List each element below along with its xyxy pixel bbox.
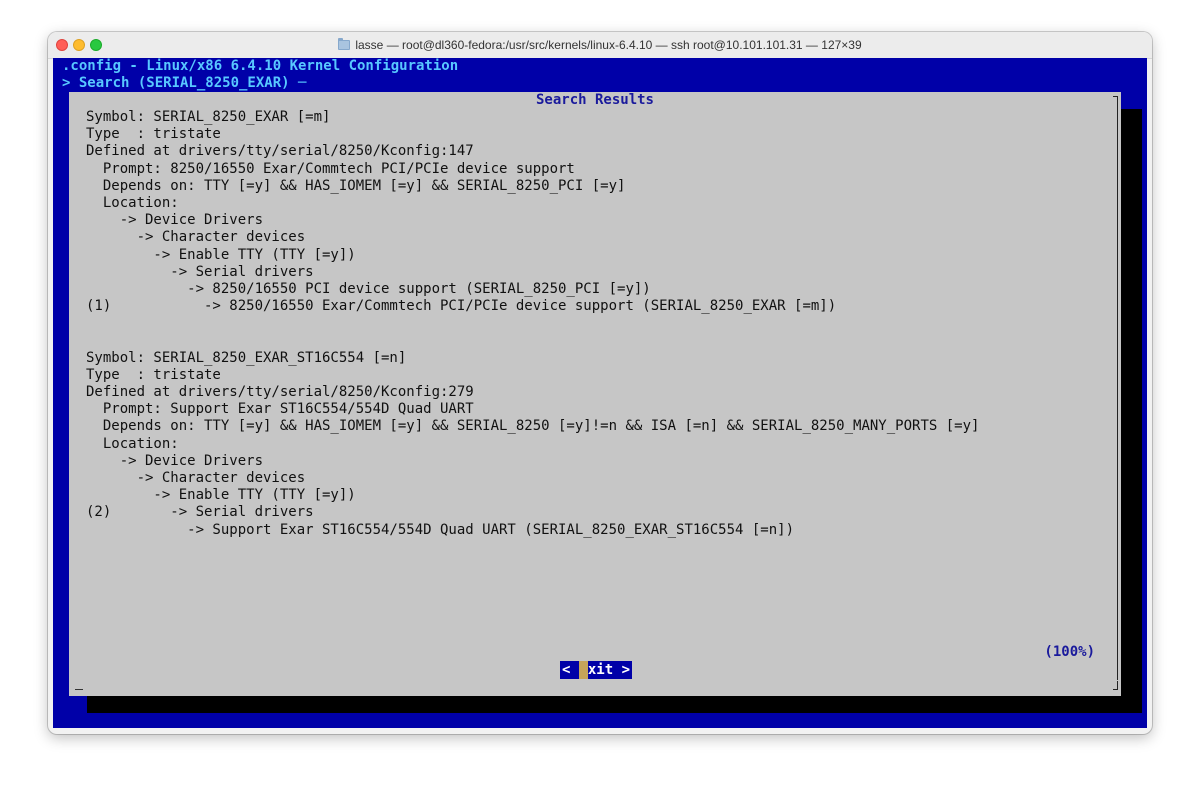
- result-line: Symbol: SERIAL_8250_EXAR_ST16C554 [=n]: [86, 349, 407, 366]
- window-title: lasse — root@dl360-fedora:/usr/src/kerne…: [355, 38, 862, 52]
- search-results-text[interactable]: Symbol: SERIAL_8250_EXAR [=m] Type : tris…: [86, 109, 1111, 637]
- window-titlebar[interactable]: lasse — root@dl360-fedora:/usr/src/kerne…: [48, 32, 1152, 59]
- result-line: -> 8250/16550 PCI device support (SERIAL…: [86, 280, 651, 297]
- result-line: Location:: [86, 435, 179, 452]
- result-line: Type : tristate: [86, 126, 221, 143]
- exit-button[interactable]: < Exit >: [560, 661, 633, 679]
- scroll-percent: (100%): [1044, 644, 1095, 660]
- result-line: -> Device Drivers: [86, 452, 264, 469]
- dialog-corner-bottom-right: [1113, 681, 1118, 690]
- result-line: -> Character devices: [86, 469, 306, 486]
- result-line: Prompt: 8250/16550 Exar/Commtech PCI/PCI…: [86, 160, 575, 177]
- result-line: [86, 332, 1111, 349]
- config-header: .config - Linux/x86 6.4.10 Kernel Config…: [62, 58, 459, 74]
- dialog-title: Search Results: [535, 92, 654, 108]
- result-line: -> Enable TTY (TTY [=y]): [86, 246, 356, 263]
- result-line: Type : tristate: [86, 366, 221, 383]
- result-line: -> Device Drivers: [86, 212, 264, 229]
- result-line: -> Enable TTY (TTY [=y]): [86, 487, 356, 504]
- result-line: -> Character devices: [86, 229, 306, 246]
- result-line: -> Support Exar ST16C554/554D Quad UART …: [86, 521, 795, 538]
- result-line: Depends on: TTY [=y] && HAS_IOMEM [=y] &…: [86, 418, 980, 435]
- result-line: (1) -> 8250/16550 Exar/Commtech PCI/PCIe…: [86, 298, 837, 315]
- result-line: [86, 315, 1111, 332]
- result-line: Depends on: TTY [=y] && HAS_IOMEM [=y] &…: [86, 177, 626, 194]
- search-breadcrumb: > Search (SERIAL_8250_EXAR) ─: [62, 75, 307, 91]
- terminal-content[interactable]: .config - Linux/x86 6.4.10 Kernel Config…: [53, 58, 1147, 728]
- folder-icon: [338, 38, 351, 50]
- result-line: Symbol: SERIAL_8250_EXAR [=m]: [86, 109, 331, 125]
- exit-hotkey: E: [578, 661, 588, 679]
- terminal-window: lasse — root@dl360-fedora:/usr/src/kerne…: [48, 32, 1152, 734]
- result-line: Prompt: Support Exar ST16C554/554D Quad …: [86, 401, 474, 418]
- search-results-dialog: Search Results Symbol: SERIAL_8250_EXAR …: [69, 92, 1121, 696]
- exit-button-open: <: [562, 662, 579, 678]
- result-line: Defined at drivers/tty/serial/8250/Kconf…: [86, 384, 474, 400]
- terminal-cursor: [75, 689, 83, 690]
- result-line: Defined at drivers/tty/serial/8250/Kconf…: [86, 143, 474, 160]
- result-line: (2) -> Serial drivers: [86, 504, 314, 521]
- window-title-wrap: lasse — root@dl360-fedora:/usr/src/kerne…: [48, 32, 1152, 58]
- result-line: Location:: [86, 194, 179, 211]
- result-line: -> Serial drivers: [86, 263, 314, 280]
- exit-button-label: xit >: [587, 662, 631, 678]
- dialog-right-border: [1117, 104, 1118, 680]
